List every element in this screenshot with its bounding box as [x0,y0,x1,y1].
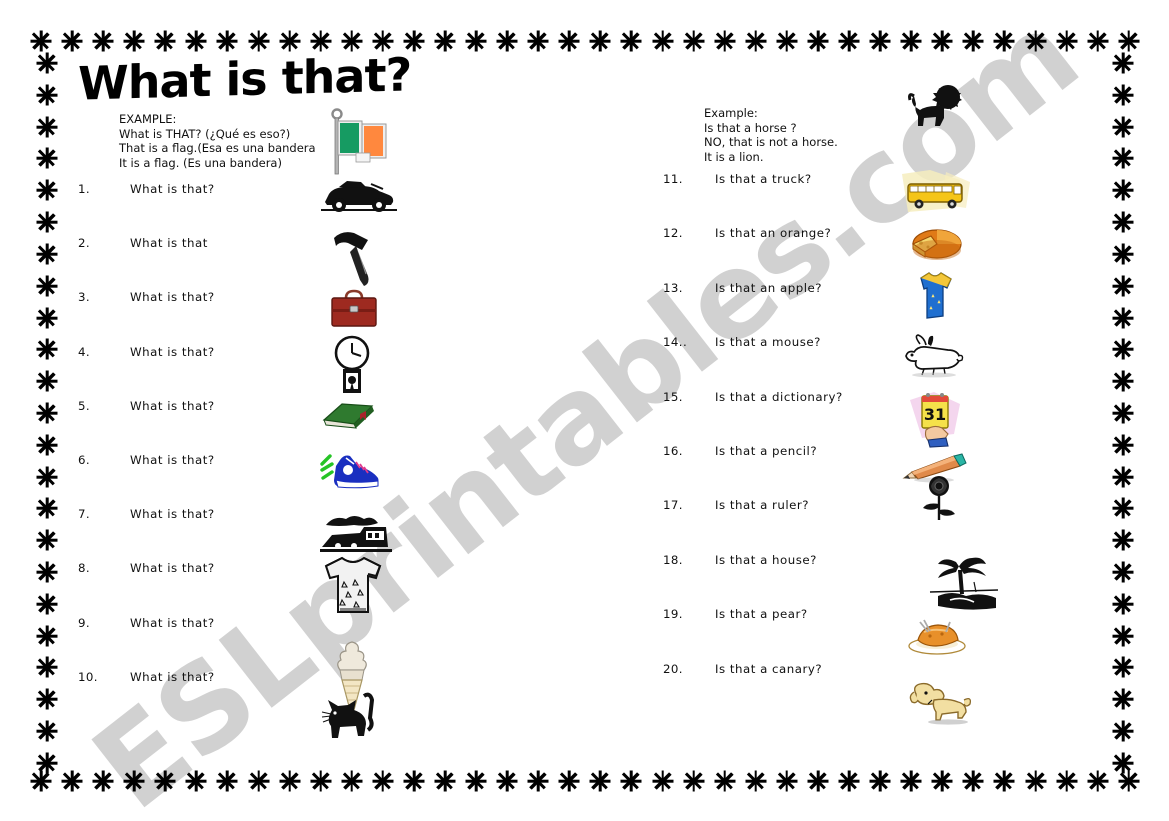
palm-island-icon [928,552,1000,614]
train-icon [320,513,392,559]
item-number: 17. [663,498,683,513]
cheese-wheel-icon [903,222,965,264]
convertible-car-icon [321,180,397,214]
rose-icon [917,474,961,522]
example-right-heading: Example: [704,106,758,120]
item-question: What is that? [130,507,215,522]
item-number: 13. [663,280,683,295]
item-question: What is that? [130,290,215,305]
item-number: 6. [78,453,91,467]
item-question: What is that? [130,561,215,576]
school-bus-icon [900,168,972,222]
black-cat-icon [318,692,378,744]
item-number: 9. [78,615,91,630]
item-number: 11. [663,172,683,186]
item-question: Is that a mouse? [715,335,821,350]
item-number: 1. [78,182,91,196]
item-question: What is that? [130,453,215,467]
blue-shirt-icon [913,270,957,322]
irish-flag-icon [324,107,394,177]
roast-chicken-icon [906,616,968,656]
item-number: 2. [78,236,91,251]
item-number: 5. [78,398,91,413]
example-left-line-2: That is a flag.(Esa es una bandera [119,141,316,156]
item-question: What is that? [130,344,215,359]
item-question: What is that [130,236,208,251]
example-left-line-1: What is THAT? (¿Qué es eso?) [119,126,291,141]
calendar-hand-icon: 31 [908,390,962,448]
item-number: 8. [78,561,91,576]
item-question: Is that a truck? [715,172,812,186]
example-right: Example: Is that a horse ? NO, that is n… [704,106,838,164]
page-title: What is that? [78,47,412,111]
item-number: 7. [78,507,91,522]
item-number: 4. [78,344,91,359]
rabbit-icon [900,334,968,378]
item-number: 16. [663,444,683,458]
example-left-line-3: It is a flag. (Es una bandera) [119,155,282,170]
example-right-line-2: NO, that is not a horse. [704,135,838,150]
item-question: Is that a house? [715,552,817,567]
hammer-icon [328,228,380,288]
item-number: 3. [78,290,91,305]
item-question: Is that a canary? [715,661,823,676]
example-right-line-1: Is that a horse ? [704,120,797,135]
example-left: EXAMPLE: What is THAT? (¿Qué es eso?) Th… [119,112,316,170]
item-question: What is that? [130,615,215,630]
item-number: 15. [663,389,683,404]
item-number: 19. [663,607,683,622]
item-question: Is that a ruler? [715,498,810,513]
item-question: Is that a pencil? [715,444,818,458]
example-left-heading: EXAMPLE: [119,112,177,126]
briefcase-icon [328,288,380,332]
item-question: Is that an apple? [715,280,823,295]
item-question: What is that? [130,669,215,684]
worksheet-page: ESLprintables.com What is that? EXAMPLE:… [0,0,1169,821]
item-number: 10. [78,669,98,684]
item-number: 12. [663,226,683,241]
item-question: Is that an orange? [715,226,832,241]
green-book-icon [320,398,376,432]
item-question: What is that? [130,398,215,413]
sneaker-icon [320,450,382,496]
svg-text:31: 31 [924,405,946,424]
item-number: 18. [663,552,683,567]
item-question: What is that? [130,182,215,196]
t-shirt-icon [322,556,384,616]
item-number: 20. [663,661,683,676]
dog-icon [908,680,974,726]
item-question: Is that a pear? [715,607,808,622]
lion-icon [906,84,962,130]
example-right-line-3: It is a lion. [704,149,764,164]
wall-clock-icon [330,334,374,396]
item-question: Is that a dictionary? [715,389,843,404]
item-number: 14.. [663,335,688,350]
